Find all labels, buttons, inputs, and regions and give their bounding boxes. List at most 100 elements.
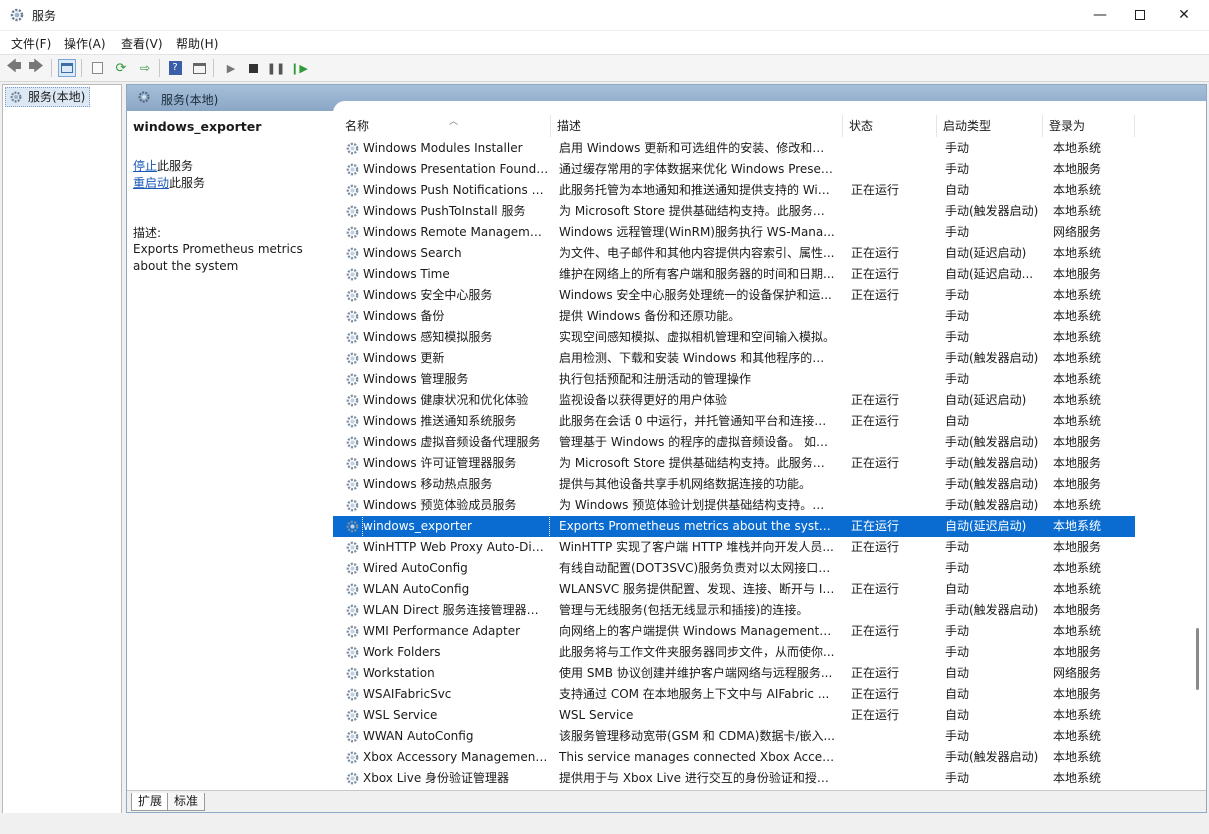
service-row[interactable]: Work Folders 此服务将与工作文件夹服务器同步文件，从而使你... 手动 本… [333, 642, 1135, 663]
service-row[interactable]: Windows Presentation Founda... 通过缓存常用的字体数… [333, 159, 1135, 180]
back-button[interactable]: 🡄 [5, 57, 23, 77]
column-headers: 名称 ︿ 描述 状态 启动类型 登录为 [333, 115, 1193, 137]
service-row[interactable]: WSAIFabricSvc 支持通过 COM 在本地服务上下文中与 AIFabri… [333, 684, 1135, 705]
service-gear-icon [346, 163, 359, 176]
help-button[interactable]: ? [166, 59, 184, 77]
export-list-button[interactable]: ⇨ [136, 59, 154, 77]
service-row[interactable]: WSL Service WSL Service 正在运行 自动 本地系统 [333, 705, 1135, 726]
stop-service-link[interactable]: 停止 [133, 159, 157, 173]
pane-header-title: 服务(本地) [161, 93, 219, 107]
menu-bar: 文件(F) 操作(A) 查看(V) 帮助(H) [0, 31, 1209, 54]
service-startup-type: 手动 [945, 771, 970, 785]
service-row[interactable]: Windows 许可证管理器服务 为 Microsoft Store 提供基础结构… [333, 453, 1135, 474]
column-header-name[interactable]: 名称 ︿ [339, 115, 551, 137]
menu-file[interactable]: 文件(F) [11, 35, 51, 52]
service-row[interactable]: Xbox Accessory Management ... This servic… [333, 747, 1135, 768]
service-row[interactable]: Wired AutoConfig 有线自动配置(DOT3SVC)服务负责对以太网接… [333, 558, 1135, 579]
maximize-button[interactable] [1118, 0, 1162, 30]
service-row[interactable]: Windows 安全中心服务 Windows 安全中心服务处理统一的设备保护和运.… [333, 285, 1135, 306]
scrollbar-thumb[interactable] [1196, 628, 1199, 690]
tab-standard[interactable]: 标准 [167, 793, 206, 811]
service-status: 正在运行 [851, 540, 900, 554]
menu-help[interactable]: 帮助(H) [176, 35, 218, 52]
refresh-button[interactable]: ⟳ [112, 59, 130, 77]
tree-item-label: 服务(本地) [28, 90, 86, 104]
vertical-scrollbar[interactable] [1193, 115, 1206, 789]
services-gear-icon [10, 8, 24, 22]
action-pane-icon [192, 62, 206, 74]
service-name: WSL Service [363, 708, 438, 722]
service-row[interactable]: Workstation 使用 SMB 协议创建并维护客户端网络与远程服务... 正在… [333, 663, 1135, 684]
service-description: 为 Windows 预览体验计划提供基础结构支持。此... [559, 498, 835, 512]
service-startup-type: 手动(触发器启动) [945, 435, 1039, 449]
service-row[interactable]: Windows 移动热点服务 提供与其他设备共享手机网络数据连接的功能。 手动(触发… [333, 474, 1135, 495]
service-row[interactable]: WLAN Direct 服务连接管理器服务 管理与无线服务(包括无线显示和插接)的… [333, 600, 1135, 621]
tab-extended[interactable]: 扩展 [131, 793, 170, 811]
service-name: Windows 移动热点服务 [363, 477, 493, 491]
minimize-button[interactable]: — [1078, 0, 1122, 30]
service-startup-type: 手动 [945, 561, 970, 575]
service-row[interactable]: WLAN AutoConfig WLANSVC 服务提供配置、发现、连接、断开与 … [333, 579, 1135, 600]
service-name: Workstation [363, 666, 435, 680]
service-row[interactable]: Windows Modules Installer 启用 Windows 更新和可… [333, 138, 1135, 159]
menu-view[interactable]: 查看(V) [121, 35, 163, 52]
toolbar-separator [213, 59, 214, 77]
service-name: Windows Presentation Founda... [363, 162, 549, 176]
stop-service-button[interactable] [244, 59, 262, 77]
show-console-tree-button[interactable] [58, 59, 76, 77]
service-row[interactable]: WMI Performance Adapter 向网络上的客户端提供 Window… [333, 621, 1135, 642]
service-row[interactable]: windows_exporter Exports Prometheus metri… [333, 515, 1135, 538]
service-gear-icon [346, 562, 359, 575]
service-row[interactable]: Windows 备份 提供 Windows 备份和还原功能。 手动 本地系统 [333, 306, 1135, 327]
service-row[interactable]: Xbox Live 身份验证管理器 提供用于与 Xbox Live 进行交互的身份… [333, 768, 1135, 789]
service-gear-icon [346, 625, 359, 638]
service-row[interactable]: Windows PushToInstall 服务 为 Microsoft Stor… [333, 201, 1135, 222]
service-name: WSAIFabricSvc [363, 687, 452, 701]
column-header-status[interactable]: 状态 [843, 115, 937, 137]
column-header-log-on-as[interactable]: 登录为 [1043, 115, 1135, 137]
column-header-startup-type[interactable]: 启动类型 [937, 115, 1043, 137]
restart-service-button[interactable]: ❙▶ [290, 59, 308, 77]
forward-button[interactable]: 🡆 [27, 57, 45, 77]
service-gear-icon [346, 478, 359, 491]
service-gear-icon [346, 394, 359, 407]
maximize-icon [1135, 10, 1145, 20]
service-row[interactable]: Windows 推送通知系统服务 此服务在会话 0 中运行，并托管通知平台和连接提… [333, 411, 1135, 432]
service-description: 提供与其他设备共享手机网络数据连接的功能。 [559, 477, 812, 491]
menu-action[interactable]: 操作(A) [64, 35, 106, 52]
service-name: Windows 感知模拟服务 [363, 330, 493, 344]
service-row[interactable]: Windows Time 维护在网络上的所有客户端和服务器的时间和日期... 正在运… [333, 264, 1135, 285]
show-action-pane-button[interactable] [190, 59, 208, 77]
service-description: 为 Microsoft Store 提供基础结构支持。此服务按... [559, 456, 835, 470]
service-row[interactable]: Windows 管理服务 执行包括预配和注册活动的管理操作 手动 本地系统 [333, 369, 1135, 390]
service-row[interactable]: Windows 更新 启用检测、下载和安装 Windows 和其他程序的更... 手… [333, 348, 1135, 369]
service-row[interactable]: Windows Remote Managemen... Windows 远程管理(… [333, 222, 1135, 243]
toolbar: 🡄 🡆 ⟳ ⇨ ? ▶ ❚❚ ❙▶ [0, 54, 1209, 82]
restart-service-link[interactable]: 重启动 [133, 176, 169, 190]
export-icon: ⇨ [139, 61, 151, 75]
service-gear-icon [346, 751, 359, 764]
service-row[interactable]: Windows 健康状况和优化体验 监视设备以获得更好的用户体验 正在运行 自动(延迟… [333, 390, 1135, 411]
tree-item-services-local[interactable]: 服务(本地) [5, 87, 91, 107]
service-description: 执行包括预配和注册活动的管理操作 [559, 372, 752, 386]
service-row[interactable]: WWAN AutoConfig 该服务管理移动宽带(GSM 和 CDMA)数据卡/… [333, 726, 1135, 747]
column-header-status-label: 状态 [849, 119, 874, 133]
service-row[interactable]: Windows 虚拟音频设备代理服务 管理基于 Windows 的程序的虚拟音频设… [333, 432, 1135, 453]
service-name: Xbox Accessory Management ... [363, 750, 549, 764]
column-header-description-label: 描述 [557, 119, 582, 133]
service-row[interactable]: Windows 预览体验成员服务 为 Windows 预览体验计划提供基础结构支持… [333, 495, 1135, 516]
service-row[interactable]: Windows Search 为文件、电子邮件和其他内容提供内容索引、属性... 正… [333, 243, 1135, 264]
service-gear-icon [346, 226, 359, 239]
service-startup-type: 手动 [945, 309, 970, 323]
service-description: 提供用于与 Xbox Live 进行交互的身份验证和授权... [559, 771, 835, 785]
pause-service-button[interactable]: ❚❚ [267, 59, 285, 77]
service-row[interactable]: WinHTTP Web Proxy Auto-Disc... WinHTTP 实现… [333, 537, 1135, 558]
close-button[interactable]: ✕ [1162, 0, 1206, 30]
column-header-description[interactable]: 描述 [551, 115, 843, 137]
start-service-button[interactable]: ▶ [222, 59, 240, 77]
service-startup-type: 自动(延迟启动) [945, 519, 1027, 533]
properties-button[interactable] [88, 59, 106, 77]
service-gear-icon [346, 142, 359, 155]
service-row[interactable]: Windows Push Notifications U... 此服务托管为本地通… [333, 180, 1135, 201]
service-row[interactable]: Windows 感知模拟服务 实现空间感知模拟、虚拟相机管理和空间输入模拟。 手动 本… [333, 327, 1135, 348]
